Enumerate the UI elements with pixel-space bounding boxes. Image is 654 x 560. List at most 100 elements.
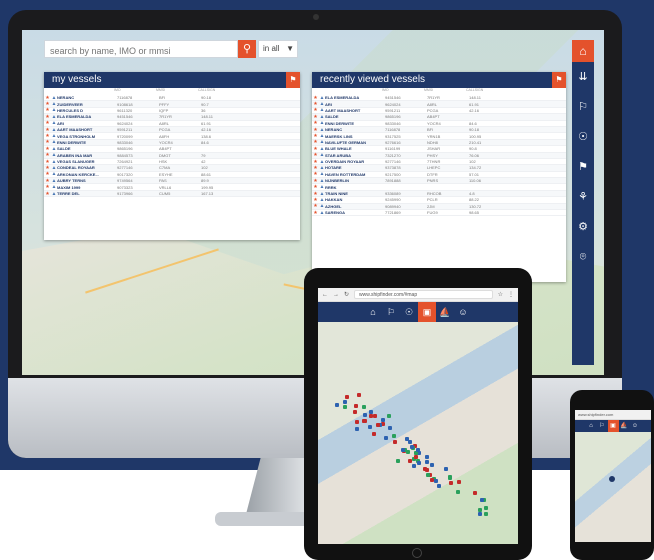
vessel-marker[interactable] [344, 395, 349, 400]
vessel-name[interactable]: OVERDAIN ROYAAR [325, 159, 385, 164]
favorite-star-icon[interactable]: ★ [44, 178, 51, 184]
vessel-name[interactable]: ARKONAN KERCKE... [57, 172, 117, 177]
vessel-marker[interactable] [473, 491, 478, 496]
vessel-name[interactable]: NERANC [57, 95, 117, 100]
vessel-name[interactable]: ELA ESMERALDA [325, 95, 385, 100]
favorite-star-icon[interactable]: ★ [312, 203, 319, 209]
favorite-star-icon[interactable]: ★ [44, 127, 51, 133]
vessel-name[interactable]: MAERSK LINS [325, 134, 385, 139]
favorite-star-icon[interactable]: ★ [44, 101, 51, 107]
vessel-name[interactable]: STAR ARUBA [325, 153, 385, 158]
vessel-marker[interactable] [412, 464, 417, 469]
vessel-marker[interactable] [387, 426, 392, 431]
vessel-marker[interactable] [368, 424, 373, 429]
share-icon[interactable]: ⚐ [382, 302, 400, 322]
vessel-name[interactable]: ARI [325, 102, 385, 107]
vessel-name[interactable]: HERCULES D [57, 108, 117, 113]
home-icon[interactable]: ⌂ [572, 40, 594, 62]
vessel-name[interactable]: ELA ESMERALDA [57, 114, 117, 119]
vessel-marker[interactable] [456, 490, 461, 495]
vessel-marker[interactable] [355, 426, 360, 431]
vessel-name[interactable]: ENNI DERWITE [57, 140, 117, 145]
vessel-name[interactable]: AART MAASHORT [57, 127, 117, 132]
search-icon[interactable]: ⚲ [238, 40, 256, 58]
shield-icon[interactable]: ⛵ [619, 420, 630, 432]
phone-url-bar[interactable]: www.shipfinder.com [575, 410, 651, 420]
vessel-marker[interactable] [433, 479, 438, 484]
power-icon[interactable]: ⌾ [572, 242, 594, 272]
favorite-star-icon[interactable]: ★ [312, 114, 319, 120]
vessel-name[interactable]: AART MAASHORT [325, 108, 385, 113]
map-icon[interactable]: ▣ [607, 420, 619, 432]
vessel-marker[interactable] [373, 413, 378, 418]
favorite-star-icon[interactable]: ★ [312, 197, 319, 203]
back-icon[interactable]: ← [322, 292, 328, 298]
vessel-marker[interactable] [456, 480, 461, 485]
vessel-marker[interactable] [407, 439, 412, 444]
vessel-marker[interactable] [414, 455, 419, 460]
table-row[interactable]: ★ ▲ SARENGA 7721869 FUG9 98.65 [312, 210, 566, 217]
favorite-star-icon[interactable]: ★ [44, 95, 51, 101]
vessel-marker[interactable] [477, 507, 482, 512]
vessel-marker[interactable] [372, 432, 377, 437]
vessel-marker[interactable] [407, 459, 412, 464]
shield-icon[interactable]: ⚑ [572, 152, 594, 182]
favorite-star-icon[interactable]: ★ [312, 171, 319, 177]
map-icon[interactable]: ▣ [418, 302, 436, 322]
vessel-marker[interactable] [429, 477, 434, 482]
favorite-star-icon[interactable]: ★ [44, 184, 51, 190]
favorite-star-icon[interactable]: ★ [44, 165, 51, 171]
vessel-marker[interactable] [391, 433, 396, 438]
favorite-star-icon[interactable]: ★ [312, 165, 319, 171]
vessel-marker[interactable] [424, 454, 429, 459]
home-icon[interactable]: ⌂ [586, 420, 597, 432]
download-icon[interactable]: ☉ [400, 302, 418, 322]
vessel-name[interactable]: HAVEN ROTTERDAM [325, 172, 385, 177]
favorite-star-icon[interactable]: ★ [312, 127, 319, 133]
vessel-name[interactable]: NIJNBERLIN [325, 178, 385, 183]
table-row[interactable]: ★ ▲ TERRE DEL 9173966 CUM5 167.13 [44, 191, 300, 198]
vessel-marker[interactable] [444, 466, 449, 471]
settings-icon[interactable]: ⚙ [572, 212, 594, 242]
tablet-map[interactable] [318, 322, 518, 544]
vessel-marker[interactable] [352, 409, 357, 414]
vessel-marker[interactable] [362, 405, 367, 410]
search-filter-select[interactable]: in all ▼ [258, 40, 298, 58]
favorite-star-icon[interactable]: ★ [312, 146, 319, 152]
favorite-star-icon[interactable]: ★ [312, 159, 319, 165]
vessel-marker[interactable] [343, 399, 348, 404]
share-icon[interactable]: ⚐ [572, 92, 594, 122]
vessel-marker[interactable] [484, 505, 489, 510]
favorite-star-icon[interactable]: ★ [44, 152, 51, 158]
vessel-marker[interactable] [479, 497, 484, 502]
vessel-name[interactable]: TRAIN NINE [325, 191, 385, 196]
vessel-marker[interactable] [354, 420, 359, 425]
vessel-search-input[interactable] [45, 43, 225, 59]
vessel-marker[interactable] [447, 475, 452, 480]
pin-icon[interactable]: ⚑ [286, 72, 300, 88]
vessel-name[interactable]: SARENGA [325, 210, 385, 215]
reload-icon[interactable]: ↻ [344, 291, 349, 298]
vessel-marker[interactable] [383, 435, 388, 440]
user-icon[interactable]: ☺ [630, 420, 641, 432]
vessel-name[interactable]: AUBRY TERNS [57, 178, 117, 183]
favorite-star-icon[interactable]: ★ [312, 210, 319, 216]
vessel-name[interactable]: SALDE [325, 114, 385, 119]
vessel-marker[interactable] [387, 414, 392, 419]
vessel-marker[interactable] [357, 393, 362, 398]
vessel-marker[interactable] [478, 512, 483, 517]
forward-icon[interactable]: → [333, 292, 339, 298]
favorite-star-icon[interactable]: ★ [312, 101, 319, 107]
favorite-star-icon[interactable]: ★ [44, 114, 51, 120]
menu-icon[interactable]: ⋮ [508, 291, 514, 298]
favorite-star-icon[interactable]: ★ [312, 139, 319, 145]
vessel-marker[interactable] [423, 466, 428, 471]
star-icon[interactable]: ☆ [498, 291, 503, 298]
tablet-home-button[interactable] [412, 548, 422, 558]
vessel-marker[interactable] [362, 412, 367, 417]
vessel-name[interactable]: AZHGEL [325, 204, 385, 209]
vessel-marker[interactable] [410, 444, 415, 449]
vessel-marker[interactable] [609, 476, 615, 482]
vessel-name[interactable]: ENNI DERWITE [325, 121, 385, 126]
vessel-marker[interactable] [354, 404, 359, 409]
